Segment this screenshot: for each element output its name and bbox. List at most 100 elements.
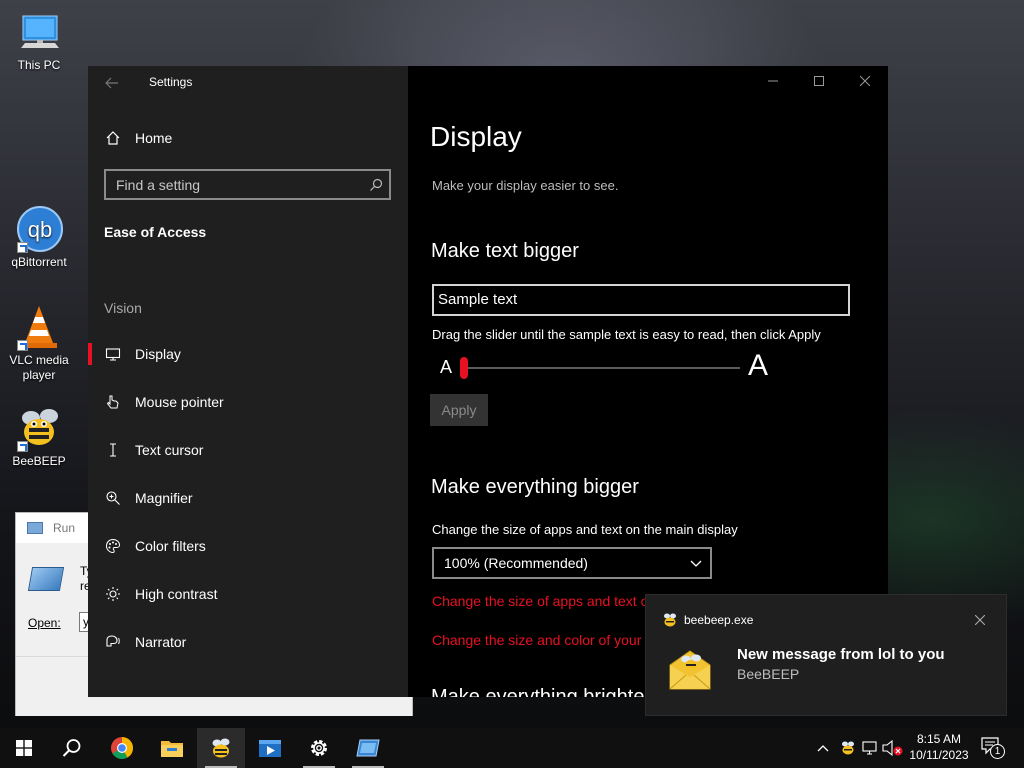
nav-item-narrator[interactable]: Narrator [88, 622, 408, 662]
start-button[interactable] [0, 728, 48, 768]
search-button[interactable] [48, 728, 96, 768]
nav-item-label: Narrator [135, 634, 187, 650]
nav-item-mouse-pointer[interactable]: Mouse pointer [88, 382, 408, 422]
toast-body: BeeBEEP [737, 666, 800, 682]
slider-small-label: A [440, 357, 453, 377]
color-filters-icon [104, 537, 122, 555]
back-button[interactable] [96, 68, 128, 98]
desktop-icon-beebeep[interactable]: BeeBEEP [2, 404, 76, 469]
back-arrow-icon [105, 77, 118, 89]
scale-description: Change the size of apps and text on the … [432, 522, 738, 537]
windows-logo-icon [16, 740, 32, 756]
chevron-up-icon [817, 745, 829, 752]
nav-item-high-contrast[interactable]: High contrast [88, 574, 408, 614]
taskbar-run[interactable] [344, 728, 392, 768]
desktop-icon-label: BeeBEEP [12, 454, 66, 468]
tray-beebeep[interactable] [840, 738, 856, 758]
tray-clock[interactable]: 8:15 AM 10/11/2023 [906, 731, 972, 765]
nav-item-label: High contrast [135, 586, 218, 602]
nav-item-color-filters[interactable]: Color filters [88, 526, 408, 566]
shortcut-arrow-icon [17, 441, 28, 452]
text-cursor-icon [104, 441, 122, 459]
action-center-button[interactable]: 1 [980, 736, 1008, 760]
nav-item-label: Color filters [135, 538, 206, 554]
nav-item-magnifier[interactable]: Magnifier [88, 478, 408, 518]
slider-track [460, 367, 740, 369]
scale-dropdown[interactable]: 100% (Recommended) [432, 547, 712, 579]
sample-text-box: Sample text [432, 284, 850, 316]
nav-item-display[interactable]: Display [88, 334, 408, 374]
tray-network[interactable] [862, 738, 880, 758]
nav-home[interactable]: Home [88, 118, 408, 158]
desktop-icon-qbittorrent[interactable]: qb qBittorrent [2, 205, 76, 270]
maximize-button[interactable] [796, 66, 842, 96]
desktop-icon-label: qBittorrent [11, 255, 67, 269]
search-input[interactable]: Find a setting [104, 169, 391, 200]
desktop-icon-label: VLC media player [9, 353, 69, 382]
nav-item-label: Magnifier [135, 490, 193, 506]
settings-nav-pane: Settings Home Find a setting Ease of Acc… [88, 66, 408, 697]
beebeep-small-icon [664, 613, 676, 627]
apply-button[interactable]: Apply [430, 394, 488, 426]
text-size-slider[interactable] [460, 357, 740, 379]
file-explorer-icon [161, 741, 183, 757]
settings-gear-icon [311, 740, 327, 756]
apply-button-label: Apply [441, 402, 477, 418]
vlc-cone-icon [15, 303, 63, 351]
qbittorrent-icon: qb [15, 205, 63, 253]
slider-instruction: Drag the slider until the sample text is… [432, 327, 821, 342]
taskbar-file-explorer[interactable] [148, 728, 196, 768]
close-icon [975, 615, 985, 625]
media-player-icon [259, 740, 281, 757]
chevron-down-icon [690, 560, 702, 567]
search-icon[interactable] [369, 178, 383, 192]
chrome-icon [111, 737, 133, 759]
desktop-icon-this-pc[interactable]: This PC [2, 8, 76, 73]
run-large-icon [27, 567, 65, 591]
nav-item-label: Mouse pointer [135, 394, 224, 410]
close-button[interactable] [842, 66, 888, 96]
toast-app-name: beebeep.exe [684, 613, 754, 627]
nav-item-text-cursor[interactable]: Text cursor [88, 430, 408, 470]
tray-volume[interactable] [882, 738, 904, 758]
nav-home-label: Home [135, 130, 173, 146]
toast-title: New message from lol to you [737, 646, 945, 663]
search-icon [62, 739, 81, 757]
search-placeholder: Find a setting [116, 177, 201, 193]
toast-close-button[interactable] [968, 609, 992, 631]
taskbar-beebeep[interactable] [197, 728, 245, 768]
text-bigger-heading: Make text bigger [431, 240, 579, 262]
shortcut-arrow-icon [17, 340, 28, 351]
beebeep-icon [212, 738, 230, 758]
everything-bigger-heading: Make everything bigger [431, 476, 639, 498]
next-section-heading: Make everything brighter [431, 686, 652, 697]
page-title: Display [430, 121, 522, 152]
clock-date: 10/11/2023 [909, 748, 969, 762]
mouse-pointer-icon [104, 393, 122, 411]
section-title: Ease of Access [104, 224, 207, 240]
close-icon [860, 76, 870, 86]
taskbar-media-player[interactable] [246, 728, 294, 768]
group-label: Vision [104, 300, 142, 316]
nav-item-label: Text cursor [135, 442, 204, 458]
maximize-icon [814, 76, 824, 86]
run-open-label: Open: [28, 616, 61, 630]
minimize-icon [768, 80, 778, 82]
notification-toast[interactable]: beebeep.exe New message from lol to you … [645, 594, 1007, 716]
minimize-button[interactable] [750, 66, 796, 96]
desktop-icon-vlc[interactable]: VLC media player [2, 303, 76, 383]
tray-overflow-button[interactable] [813, 738, 833, 758]
this-pc-icon [15, 8, 63, 56]
nav-item-label: Display [135, 346, 181, 362]
monitor-icon [104, 345, 122, 363]
run-dialog-icon [356, 739, 380, 757]
taskbar: 8:15 AM 10/11/2023 1 [0, 728, 1024, 768]
notification-count-badge: 1 [990, 744, 1005, 759]
slider-large-label: A [748, 349, 769, 382]
volume-muted-icon [882, 739, 903, 757]
slider-thumb[interactable] [460, 357, 468, 379]
taskbar-chrome[interactable] [98, 728, 146, 768]
taskbar-settings[interactable] [295, 728, 343, 768]
svg-text:qb: qb [28, 217, 52, 242]
beebeep-bee-icon [15, 404, 63, 452]
